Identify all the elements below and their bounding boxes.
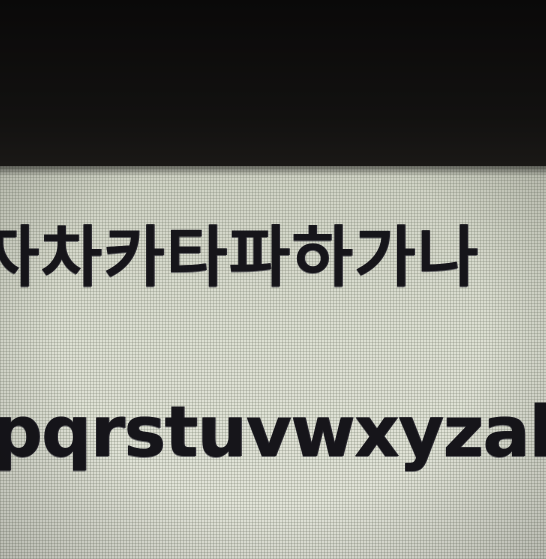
monitor-screen: 자차카타파하가나 pqrstuvwxyzabc — [0, 166, 546, 559]
korean-text-line: 자차카타파하가나 — [0, 219, 480, 296]
photo-of-monitor: 자차카타파하가나 pqrstuvwxyzabc — [0, 0, 546, 559]
latin-text-line: pqrstuvwxyzabc — [0, 391, 546, 473]
monitor-bezel — [0, 0, 546, 166]
screen-edge-shadow — [0, 166, 546, 176]
